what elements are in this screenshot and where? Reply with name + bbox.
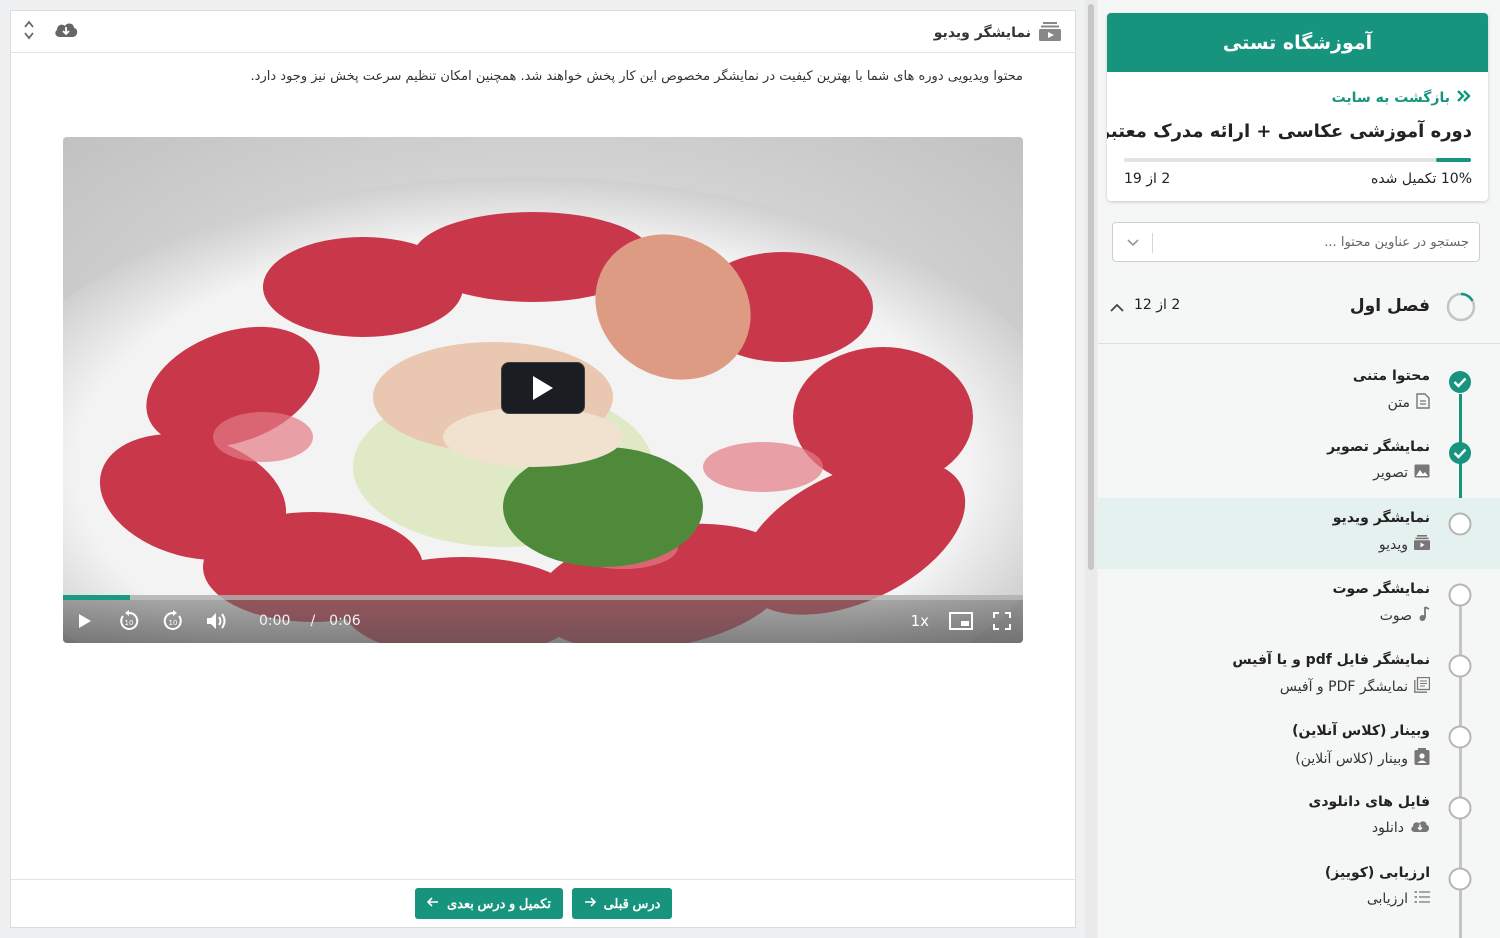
lesson-title: نمایشگر صوت xyxy=(1332,581,1430,597)
main-scrollbar[interactable] xyxy=(1085,0,1097,938)
course-progress-bar xyxy=(1124,158,1471,162)
player-controls: 10 10 0:00 / 0:06 1x xyxy=(63,595,1023,643)
course-card: آموزشگاه تستی بازگشت به سایت دوره آموزشی… xyxy=(1107,13,1488,201)
chapter-progress-ring xyxy=(1446,292,1476,326)
chevron-up-down-icon[interactable] xyxy=(23,19,35,41)
pending-circle-icon xyxy=(1448,867,1472,891)
seek-bar[interactable] xyxy=(63,595,1023,600)
course-sidebar: آموزشگاه تستی بازگشت به سایت دوره آموزشی… xyxy=(1098,0,1500,938)
lesson-title: وبینار (کلاس آنلاین) xyxy=(1292,723,1430,739)
check-icon xyxy=(1448,441,1472,465)
lesson-title: نمایشگر ویدیو xyxy=(1332,510,1430,526)
previous-lesson-button[interactable]: درس قبلی xyxy=(572,888,672,919)
course-title: دوره آموزشی عکاسی + ارائه مدرک معتبر xyxy=(1107,121,1472,142)
lesson-item-pdf[interactable]: نمایشگر فایل pdf و یا آفیس نمایشگر PDF و… xyxy=(1098,640,1500,711)
time-separator: / xyxy=(310,613,316,629)
back-to-site-link[interactable]: بازگشت به سایت xyxy=(1332,89,1472,107)
play-overlay-button[interactable] xyxy=(501,362,585,414)
lesson-title: نمایشگر تصویر xyxy=(1327,439,1430,455)
course-lessons-count: 2 از 19 xyxy=(1124,171,1171,187)
rewind-10-icon[interactable]: 10 xyxy=(107,603,151,639)
school-name: آموزشگاه تستی xyxy=(1107,13,1488,72)
lesson-item-video[interactable]: نمایشگر ویدیو ویدیو xyxy=(1098,498,1500,569)
lesson-title: نمایشگر ویدیو xyxy=(934,21,1061,45)
checklist-icon xyxy=(1414,890,1430,908)
lesson-title: فایل های دانلودی xyxy=(1308,794,1430,810)
check-icon xyxy=(1448,370,1472,394)
pending-circle-icon xyxy=(1448,512,1472,536)
chapter-count: 2 از 12 xyxy=(1134,297,1181,313)
lesson-header: نمایشگر ویدیو xyxy=(11,11,1075,53)
course-progress-label: 10% تکمیل شده xyxy=(1371,171,1472,187)
play-icon xyxy=(533,376,553,400)
video-icon xyxy=(1039,21,1061,45)
scrollbar-thumb[interactable] xyxy=(1088,4,1094,570)
search-input[interactable] xyxy=(1159,223,1469,261)
lesson-item-downloads[interactable]: فایل های دانلودی دانلود xyxy=(1098,782,1500,853)
pending-circle-icon xyxy=(1448,654,1472,678)
lesson-item-image[interactable]: نمایشگر تصویر تصویر xyxy=(1098,427,1500,498)
arrow-right-icon xyxy=(584,896,596,911)
lesson-panel: نمایشگر ویدیو محتوا ویدیویی دوره های شما… xyxy=(10,10,1076,928)
course-progress-fill xyxy=(1436,158,1471,162)
lesson-description: محتوا ویدیویی دوره های شما با بهترین کیف… xyxy=(250,69,1023,84)
lesson-item-text[interactable]: محتوا متنی متن xyxy=(1098,356,1500,427)
video-player[interactable]: 10 10 0:00 / 0:06 1x xyxy=(63,137,1023,643)
contact-card-icon xyxy=(1414,748,1430,770)
lesson-type: ارزیابی xyxy=(1367,890,1430,908)
lesson-item-webinar[interactable]: وبینار (کلاس آنلاین) وبینار (کلاس آنلاین… xyxy=(1098,711,1500,782)
cloud-download-icon xyxy=(1410,819,1430,837)
double-chevron-right-icon xyxy=(1456,89,1472,107)
chapter-title: فصل اول xyxy=(1349,296,1430,316)
lesson-footer: درس قبلی تکمیل و درس بعدی xyxy=(11,879,1075,927)
lesson-type: تصویر xyxy=(1373,464,1430,482)
video-icon xyxy=(1414,535,1430,554)
pdf-file-icon xyxy=(1414,676,1431,697)
seek-bar-fill xyxy=(63,595,131,600)
lesson-type: صوت xyxy=(1380,606,1430,626)
forward-10-icon[interactable]: 10 xyxy=(151,603,195,639)
arrow-left-icon xyxy=(426,896,439,911)
lesson-type: وبینار (کلاس آنلاین) xyxy=(1295,748,1430,770)
lesson-item-quiz[interactable]: ارزیابی (کوییز) ارزیابی xyxy=(1098,853,1500,924)
document-icon xyxy=(1416,393,1430,413)
chevron-up-icon[interactable] xyxy=(1110,298,1124,317)
music-note-icon xyxy=(1418,606,1430,626)
play-icon[interactable] xyxy=(63,603,107,639)
search-divider xyxy=(1152,233,1153,253)
svg-text:10: 10 xyxy=(169,619,178,627)
svg-text:10: 10 xyxy=(125,619,134,627)
cloud-download-icon[interactable] xyxy=(53,20,79,40)
pending-circle-icon xyxy=(1448,583,1472,607)
complete-next-lesson-button[interactable]: تکمیل و درس بعدی xyxy=(415,888,563,919)
lesson-item-audio[interactable]: نمایشگر صوت صوت xyxy=(1098,569,1500,640)
lesson-title: نمایشگر فایل pdf و یا آفیس xyxy=(1232,652,1430,668)
duration: 0:06 xyxy=(329,613,361,629)
chapter-header[interactable]: فصل اول 2 از 12 xyxy=(1098,280,1500,344)
playback-speed-button[interactable]: 1x xyxy=(911,603,929,639)
image-icon xyxy=(1414,464,1430,482)
current-time: 0:00 xyxy=(259,613,291,629)
fullscreen-icon[interactable] xyxy=(993,603,1011,639)
pending-circle-icon xyxy=(1448,725,1472,749)
lesson-type: ویدیو xyxy=(1379,535,1430,554)
lesson-title: محتوا متنی xyxy=(1352,368,1430,384)
picture-in-picture-icon[interactable] xyxy=(949,603,973,639)
lesson-type: دانلود xyxy=(1372,819,1430,837)
volume-icon[interactable] xyxy=(195,603,239,639)
chevron-down-icon[interactable] xyxy=(1123,233,1143,253)
lesson-title: ارزیابی (کوییز) xyxy=(1324,865,1430,881)
content-search xyxy=(1112,222,1480,262)
lesson-type: نمایشگر PDF و آفیس xyxy=(1280,676,1431,697)
pending-circle-icon xyxy=(1448,796,1472,820)
lesson-type: متن xyxy=(1388,393,1430,413)
